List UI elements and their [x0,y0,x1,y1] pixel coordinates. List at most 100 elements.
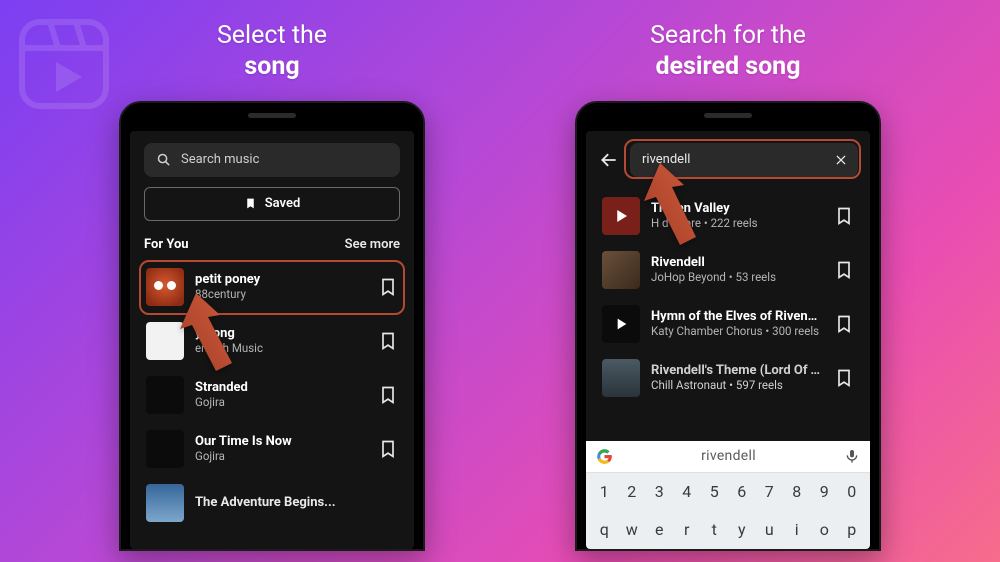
section-title: For You [144,237,189,252]
bookmark-icon[interactable] [834,368,854,388]
search-placeholder: Search music [181,152,259,167]
left-caption: Select the song [217,20,327,83]
song-title: y Song [195,326,367,341]
song-subtitle: H d Shore • 222 reels [651,216,823,230]
song-subtitle: Gojira [195,395,367,409]
song-row[interactable]: The en Valley H d Shore • 222 reels [600,189,856,243]
bookmark-icon[interactable] [378,385,398,405]
phone-speaker [248,113,296,118]
right-screen: rivendell The en Valley H d Shore • 222 … [586,131,870,549]
phone-bezel [577,103,879,129]
bookmark-filled-icon [244,197,257,210]
back-button[interactable] [598,149,620,171]
saved-button[interactable]: Saved [144,187,400,221]
right-phone: rivendell The en Valley H d Shore • 222 … [575,101,881,551]
tutorial-stage: Select the song Search music Saved For Y… [0,0,1000,562]
song-row[interactable]: Hymn of the Elves of Rivendell Katy Cham… [600,297,856,351]
keyboard-suggestion[interactable]: rivendell [623,448,834,464]
album-art [602,251,640,289]
left-caption-line1: Select the [217,21,327,50]
song-row[interactable]: Our Time Is Now Gojira [144,422,400,476]
song-row[interactable]: y Song endish Music [144,314,400,368]
for-you-header: For You See more [144,237,400,252]
left-screen: Search music Saved For You See more [130,131,414,549]
keyboard-key[interactable]: r [675,515,700,545]
keyboard-key[interactable]: 8 [785,477,810,507]
song-subtitle: Gojira [195,449,367,463]
right-caption-line2: desired song [655,52,800,81]
keyboard-row-letters: qwertyuiop [586,511,870,549]
play-icon [612,207,630,225]
suggestion-bar[interactable]: rivendell [586,441,870,473]
song-subtitle: 88century [195,287,367,301]
bookmark-icon[interactable] [834,314,854,334]
album-art [602,197,640,235]
album-art [602,359,640,397]
keyboard-key[interactable]: p [840,515,865,545]
keyboard-key[interactable]: 4 [675,477,700,507]
song-row[interactable]: The Adventure Begins... [144,476,400,530]
bookmark-icon[interactable] [834,206,854,226]
play-icon [613,316,629,332]
keyboard-key[interactable]: 7 [757,477,782,507]
song-title: petit poney [195,272,367,287]
song-row[interactable]: Stranded Gojira [144,368,400,422]
search-results-list: The en Valley H d Shore • 222 reels Rive… [586,185,870,405]
album-art [146,484,184,522]
bookmark-icon[interactable] [378,331,398,351]
google-logo-icon [596,448,613,465]
keyboard-key[interactable]: 2 [620,477,645,507]
search-input[interactable]: rivendell [630,143,858,177]
bookmark-icon[interactable] [378,277,398,297]
see-more-link[interactable]: See more [345,237,400,252]
album-art [146,430,184,468]
search-icon [156,152,171,167]
song-row[interactable]: Rivendell JoHop Beyond • 53 reels [600,243,856,297]
right-caption-line1: Search for the [650,21,806,50]
keyboard-key[interactable]: 3 [647,477,672,507]
keyboard[interactable]: rivendell 1234567890 qwertyuiop [586,441,870,549]
saved-button-label: Saved [265,196,301,211]
song-subtitle: endish Music [195,341,367,355]
keyboard-key[interactable]: y [730,515,755,545]
search-music-input[interactable]: Search music [144,143,400,177]
phone-bezel [121,103,423,129]
song-title: The Adventure Begins... [195,495,398,510]
keyboard-key[interactable]: 1 [592,477,617,507]
keyboard-key[interactable]: q [592,515,617,545]
album-art [602,305,640,343]
song-title: Our Time Is Now [195,434,367,449]
song-row[interactable]: petit poney 88century [144,260,400,314]
song-row[interactable]: Rivendell's Theme (Lord Of The R… Chill … [600,351,856,405]
keyboard-key[interactable]: e [647,515,672,545]
keyboard-key[interactable]: o [812,515,837,545]
album-art [146,322,184,360]
keyboard-key[interactable]: u [757,515,782,545]
left-caption-line2: song [244,52,299,81]
song-title: Stranded [195,380,367,395]
keyboard-key[interactable]: w [620,515,645,545]
song-title: Rivendell [651,255,823,270]
keyboard-key[interactable]: 5 [702,477,727,507]
bookmark-icon[interactable] [834,260,854,280]
keyboard-key[interactable]: t [702,515,727,545]
keyboard-key[interactable]: 6 [730,477,755,507]
clear-icon[interactable] [834,153,848,167]
right-caption: Search for the desired song [650,20,806,83]
keyboard-row-numbers: 1234567890 [586,473,870,511]
keyboard-key[interactable]: i [785,515,810,545]
bookmark-icon[interactable] [378,439,398,459]
song-title: Hymn of the Elves of Rivendell [651,309,823,324]
song-title: Rivendell's Theme (Lord Of The R… [651,363,823,378]
song-subtitle: Chill Astronaut • 597 reels [651,378,823,392]
right-column: Search for the desired song rivendell [575,20,881,562]
keyboard-key[interactable]: 9 [812,477,837,507]
keyboard-key[interactable]: 0 [840,477,865,507]
search-value: rivendell [642,152,824,167]
left-column: Select the song Search music Saved For Y… [119,20,425,562]
song-list: petit poney 88century y Song endish Musi… [144,260,400,530]
mic-icon[interactable] [844,448,860,464]
left-phone: Search music Saved For You See more [119,101,425,551]
song-title: The en Valley [651,201,823,216]
song-subtitle: JoHop Beyond • 53 reels [651,270,823,284]
